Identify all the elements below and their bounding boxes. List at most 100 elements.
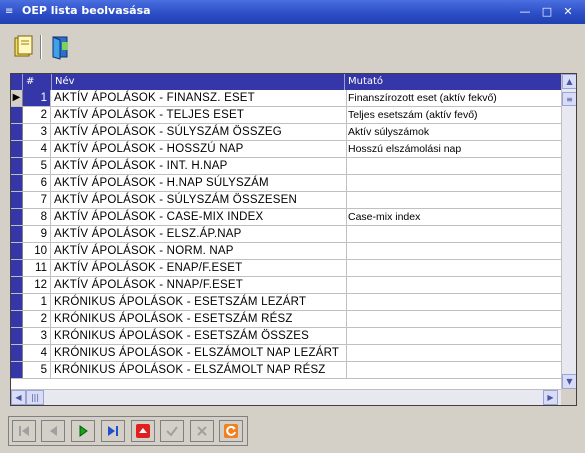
- table-row[interactable]: 4 KRÓNIKUS ÁPOLÁSOK - ELSZÁMOLT NAP LEZÁR…: [11, 345, 561, 362]
- table-row[interactable]: 4 AKTÍV ÁPOLÁSOK - HOSSZÚ NAP Hosszú elszá…: [11, 141, 561, 158]
- first-record-button[interactable]: [12, 420, 36, 442]
- system-menu-icon[interactable]: ≡: [5, 6, 16, 17]
- vertical-scrollbar[interactable]: ▲ ≡ ▼: [561, 74, 576, 389]
- last-record-button[interactable]: [101, 420, 125, 442]
- table-row[interactable]: 5 AKTÍV ÁPOLÁSOK - INT. H.NAP: [11, 158, 561, 175]
- title-bar[interactable]: ≡ OEP lista beolvasása — □ ✕: [0, 0, 585, 24]
- cell-number[interactable]: 4: [23, 141, 51, 157]
- scroll-up-icon[interactable]: ▲: [562, 74, 576, 89]
- cell-number[interactable]: 9: [23, 226, 51, 242]
- cell-nev[interactable]: AKTÍV ÁPOLÁSOK - INT. H.NAP: [52, 158, 347, 174]
- cell-mutato[interactable]: [345, 260, 564, 276]
- cell-mutato[interactable]: [345, 243, 564, 259]
- prior-record-button[interactable]: [41, 420, 65, 442]
- cell-nev[interactable]: AKTÍV ÁPOLÁSOK - CASE-MIX INDEX: [52, 209, 347, 225]
- refresh-button[interactable]: [219, 420, 243, 442]
- row-indicator[interactable]: [11, 158, 23, 174]
- cell-number[interactable]: 2: [23, 107, 51, 123]
- row-indicator[interactable]: [11, 311, 23, 327]
- row-indicator[interactable]: [11, 175, 23, 191]
- table-row[interactable]: 11 AKTÍV ÁPOLÁSOK - ENAP/F.ESET: [11, 260, 561, 277]
- scroll-right-icon[interactable]: ▶: [543, 390, 558, 405]
- cell-nev[interactable]: AKTÍV ÁPOLÁSOK - ENAP/F.ESET: [52, 260, 347, 276]
- cell-nev[interactable]: KRÓNIKUS ÁPOLÁSOK - ELSZÁMOLT NAP LEZÁRT: [52, 345, 347, 361]
- horizontal-scrollbar[interactable]: ◀ ||| ▶: [11, 389, 561, 405]
- cell-nev[interactable]: AKTÍV ÁPOLÁSOK - H.NAP SÚLYSZÁM: [52, 175, 347, 191]
- row-indicator[interactable]: [11, 294, 23, 310]
- table-row[interactable]: 2 AKTÍV ÁPOLÁSOK - TELJES ESET Teljes eset…: [11, 107, 561, 124]
- cell-number[interactable]: 1: [23, 294, 51, 310]
- close-icon[interactable]: ✕: [561, 5, 575, 19]
- cell-number[interactable]: 8: [23, 209, 51, 225]
- delete-record-button[interactable]: [131, 420, 155, 442]
- cell-number[interactable]: 3: [23, 328, 51, 344]
- cell-number[interactable]: 5: [23, 362, 51, 378]
- cell-number[interactable]: 2: [23, 311, 51, 327]
- cell-number[interactable]: 5: [23, 158, 51, 174]
- cell-nev[interactable]: KRÓNIKUS ÁPOLÁSOK - ESETSZÁM LEZÁRT: [52, 294, 347, 310]
- row-indicator[interactable]: [11, 362, 23, 378]
- row-indicator[interactable]: [11, 328, 23, 344]
- row-indicator[interactable]: [11, 226, 23, 242]
- row-indicator[interactable]: [11, 141, 23, 157]
- vertical-scroll-thumb[interactable]: ≡: [562, 92, 576, 106]
- cell-nev[interactable]: AKTÍV ÁPOLÁSOK - SÚLYSZÁM ÖSSZESEN: [52, 192, 347, 208]
- table-row[interactable]: 1 KRÓNIKUS ÁPOLÁSOK - ESETSZÁM LEZÁRT: [11, 294, 561, 311]
- current-row-indicator-icon[interactable]: ▶: [11, 90, 23, 106]
- cell-mutato[interactable]: [345, 226, 564, 242]
- cell-mutato[interactable]: [345, 277, 564, 293]
- cell-mutato[interactable]: [345, 294, 564, 310]
- next-record-button[interactable]: [71, 420, 95, 442]
- table-row[interactable]: ▶ 1 AKTÍV ÁPOLÁSOK - FINANSZ. ESET Finanszí…: [11, 90, 561, 107]
- cell-nev[interactable]: AKTÍV ÁPOLÁSOK - HOSSZÚ NAP: [52, 141, 347, 157]
- scroll-left-icon[interactable]: ◀: [11, 390, 26, 405]
- post-record-button[interactable]: [160, 420, 184, 442]
- row-indicator[interactable]: [11, 243, 23, 259]
- row-indicator[interactable]: [11, 260, 23, 276]
- cell-number[interactable]: 1: [23, 90, 51, 106]
- row-indicator[interactable]: [11, 107, 23, 123]
- cell-mutato[interactable]: [345, 192, 564, 208]
- cell-nev[interactable]: AKTÍV ÁPOLÁSOK - NNAP/F.ESET: [52, 277, 347, 293]
- cell-mutato[interactable]: Aktív súlyszámok: [345, 124, 564, 140]
- cell-mutato[interactable]: [345, 158, 564, 174]
- cell-mutato[interactable]: [345, 175, 564, 191]
- scroll-down-icon[interactable]: ▼: [562, 374, 576, 389]
- data-grid[interactable]: # Név Mutató ▶ 1 AKTÍV ÁPOLÁSOK - FINANSZ.…: [10, 73, 577, 406]
- row-indicator[interactable]: [11, 277, 23, 293]
- horizontal-scroll-thumb[interactable]: |||: [26, 390, 44, 405]
- row-indicator[interactable]: [11, 124, 23, 140]
- cell-mutato[interactable]: [345, 345, 564, 361]
- table-row[interactable]: 3 AKTÍV ÁPOLÁSOK - SÚLYSZÁM ÖSSZEG Aktív s…: [11, 124, 561, 141]
- table-row[interactable]: 7 AKTÍV ÁPOLÁSOK - SÚLYSZÁM ÖSSZESEN: [11, 192, 561, 209]
- cell-nev[interactable]: KRÓNIKUS ÁPOLÁSOK - ESETSZÁM ÖSSZES: [52, 328, 347, 344]
- minimize-icon[interactable]: —: [518, 5, 532, 19]
- cell-number[interactable]: 11: [23, 260, 51, 276]
- exit-button[interactable]: [47, 34, 73, 60]
- row-indicator[interactable]: [11, 192, 23, 208]
- cell-number[interactable]: 3: [23, 124, 51, 140]
- cell-number[interactable]: 10: [23, 243, 51, 259]
- cell-mutato[interactable]: Hosszú elszámolási nap: [345, 141, 564, 157]
- cell-mutato[interactable]: [345, 311, 564, 327]
- cell-nev[interactable]: KRÓNIKUS ÁPOLÁSOK - ESETSZÁM RÉSZ: [52, 311, 347, 327]
- table-row[interactable]: 10 AKTÍV ÁPOLÁSOK - NORM. NAP: [11, 243, 561, 260]
- open-file-button[interactable]: [10, 34, 36, 60]
- row-indicator[interactable]: [11, 345, 23, 361]
- cell-nev[interactable]: AKTÍV ÁPOLÁSOK - NORM. NAP: [52, 243, 347, 259]
- table-row[interactable]: 12 AKTÍV ÁPOLÁSOK - NNAP/F.ESET: [11, 277, 561, 294]
- cell-number[interactable]: 7: [23, 192, 51, 208]
- cell-nev[interactable]: AKTÍV ÁPOLÁSOK - SÚLYSZÁM ÖSSZEG: [52, 124, 347, 140]
- cell-mutato[interactable]: Finanszírozott eset (aktív fekvő): [345, 90, 564, 106]
- table-row[interactable]: 8 AKTÍV ÁPOLÁSOK - CASE-MIX INDEX Case-mix…: [11, 209, 561, 226]
- cell-number[interactable]: 6: [23, 175, 51, 191]
- column-header-number[interactable]: #: [23, 74, 52, 90]
- table-row[interactable]: 9 AKTÍV ÁPOLÁSOK - ELSZ.ÁP.NAP: [11, 226, 561, 243]
- maximize-icon[interactable]: □: [540, 5, 554, 19]
- cell-nev[interactable]: AKTÍV ÁPOLÁSOK - TELJES ESET: [52, 107, 347, 123]
- cell-number[interactable]: 4: [23, 345, 51, 361]
- column-header-nev[interactable]: Név: [52, 74, 345, 90]
- table-row[interactable]: 6 AKTÍV ÁPOLÁSOK - H.NAP SÚLYSZÁM: [11, 175, 561, 192]
- table-row[interactable]: 3 KRÓNIKUS ÁPOLÁSOK - ESETSZÁM ÖSSZES: [11, 328, 561, 345]
- cell-nev[interactable]: KRÓNIKUS ÁPOLÁSOK - ELSZÁMOLT NAP RÉSZ: [52, 362, 347, 378]
